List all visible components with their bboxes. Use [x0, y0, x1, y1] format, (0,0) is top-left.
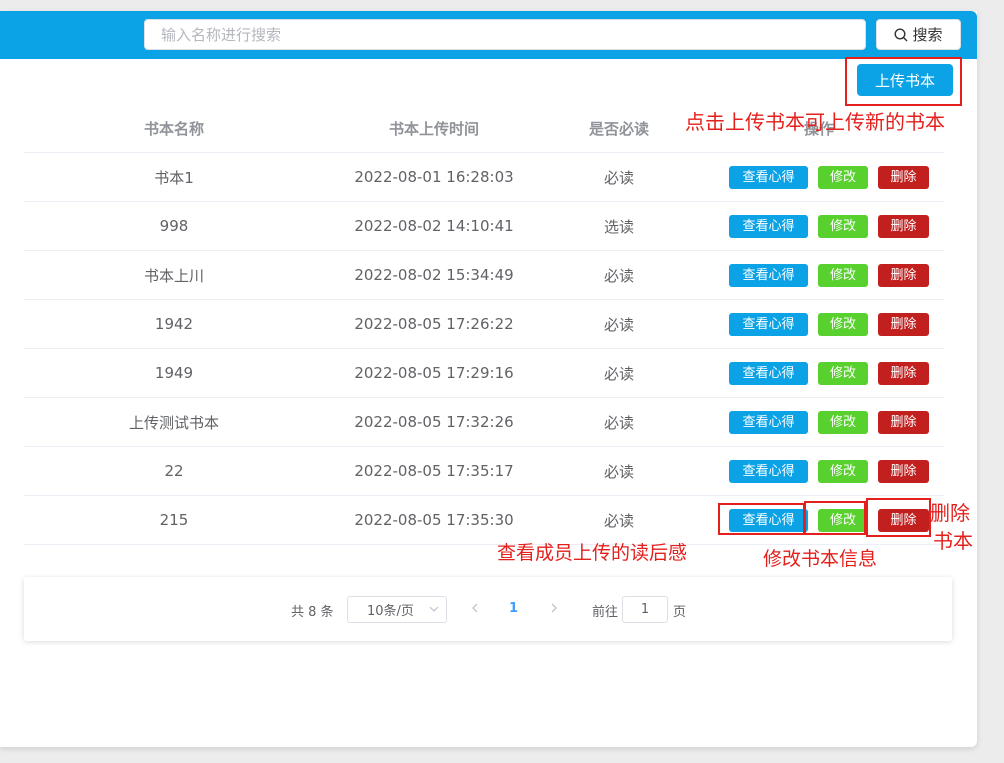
edit-button[interactable]: 修改	[818, 263, 868, 287]
upload-time-cell: 2022-08-01 16:28:03	[324, 152, 544, 202]
row-actions: 查看心得 修改 删除	[694, 459, 944, 483]
top-bar: 搜索	[0, 11, 977, 59]
book-name-cell: 998	[24, 201, 324, 251]
edit-button[interactable]: 修改	[818, 312, 868, 336]
goto-label: 前往	[592, 605, 619, 620]
actions-cell: 查看心得 修改 删除	[694, 348, 944, 398]
delete-button[interactable]: 删除	[878, 214, 929, 238]
page-number-1[interactable]: 1	[509, 601, 518, 616]
required-cell: 必读	[544, 397, 694, 447]
search-icon	[894, 27, 908, 42]
goto-unit-label: 页	[673, 605, 687, 620]
chevron-left-icon	[472, 603, 478, 613]
required-cell: 必读	[544, 250, 694, 300]
annotation-edit: 修改书本信息	[763, 548, 878, 570]
delete-button[interactable]: 删除	[878, 312, 929, 336]
books-table: 书本名称 书本上传时间 是否必读 操作 书本1 2022-08-01 16:28:…	[24, 105, 944, 545]
view-notes-button[interactable]: 查看心得	[729, 263, 808, 287]
upload-time-cell: 2022-08-02 15:34:49	[324, 250, 544, 300]
edit-button[interactable]: 修改	[818, 214, 868, 238]
actions-cell: 查看心得 修改 删除	[694, 201, 944, 251]
upload-time-cell: 2022-08-05 17:35:17	[324, 446, 544, 496]
view-notes-button[interactable]: 查看心得	[729, 165, 808, 189]
book-name-cell: 书本1	[24, 152, 324, 202]
book-name-cell: 书本上川	[24, 250, 324, 300]
annotation-upload: 点击上传书本可上传新的书本	[685, 110, 945, 134]
required-cell: 必读	[544, 446, 694, 496]
annotation-box-view	[718, 503, 805, 535]
delete-button[interactable]: 删除	[878, 165, 929, 189]
row-actions: 查看心得 修改 删除	[694, 410, 944, 434]
next-page-button[interactable]	[548, 600, 560, 619]
upload-time-cell: 2022-08-05 17:35:30	[324, 495, 544, 545]
required-cell: 必读	[544, 152, 694, 202]
edit-button[interactable]: 修改	[818, 459, 868, 483]
table-row: 998 2022-08-02 14:10:41 选读 查看心得 修改 删除	[24, 201, 944, 251]
chevron-down-icon	[428, 602, 440, 620]
row-actions: 查看心得 修改 删除	[694, 263, 944, 287]
table-row: 书本1 2022-08-01 16:28:03 必读 查看心得 修改 删除	[24, 152, 944, 202]
actions-cell: 查看心得 修改 删除	[694, 397, 944, 447]
chevron-right-icon	[551, 603, 557, 613]
view-notes-button[interactable]: 查看心得	[729, 410, 808, 434]
upload-time-cell: 2022-08-05 17:32:26	[324, 397, 544, 447]
prev-page-button[interactable]	[469, 600, 481, 619]
upload-time-cell: 2022-08-05 17:29:16	[324, 348, 544, 398]
edit-button[interactable]: 修改	[818, 165, 868, 189]
column-header-upload-time: 书本上传时间	[324, 105, 544, 153]
table-body: 书本1 2022-08-01 16:28:03 必读 查看心得 修改 删除 998 2022-…	[24, 152, 944, 545]
required-cell: 必读	[544, 348, 694, 398]
annotation-box-delete	[866, 498, 931, 537]
goto-page-input[interactable]	[622, 596, 668, 623]
search-button-label: 搜索	[912, 26, 943, 44]
book-name-cell: 22	[24, 446, 324, 496]
search-button[interactable]: 搜索	[876, 19, 961, 50]
book-name-cell: 215	[24, 495, 324, 545]
required-cell: 选读	[544, 201, 694, 251]
actions-cell: 查看心得 修改 删除	[694, 299, 944, 349]
row-actions: 查看心得 修改 删除	[694, 312, 944, 336]
annotation-box-upload	[845, 57, 962, 106]
view-notes-button[interactable]: 查看心得	[729, 459, 808, 483]
required-cell: 必读	[544, 299, 694, 349]
row-actions: 查看心得 修改 删除	[694, 361, 944, 385]
table-row: 书本上川 2022-08-02 15:34:49 必读 查看心得 修改 删除	[24, 250, 944, 300]
delete-button[interactable]: 删除	[878, 459, 929, 483]
book-name-cell: 1942	[24, 299, 324, 349]
search-input[interactable]	[144, 19, 866, 50]
page-size-value: 10条/页	[367, 604, 414, 619]
page-size-select[interactable]: 10条/页	[347, 596, 447, 623]
annotation-delete-line1: 删除	[930, 501, 970, 525]
edit-button[interactable]: 修改	[818, 361, 868, 385]
book-name-cell: 1949	[24, 348, 324, 398]
row-actions: 查看心得 修改 删除	[694, 165, 944, 189]
actions-cell: 查看心得 修改 删除	[694, 250, 944, 300]
table-row: 22 2022-08-05 17:35:17 必读 查看心得 修改 删除	[24, 446, 944, 496]
edit-button[interactable]: 修改	[818, 410, 868, 434]
delete-button[interactable]: 删除	[878, 361, 929, 385]
table-row: 1949 2022-08-05 17:29:16 必读 查看心得 修改 删除	[24, 348, 944, 398]
pagination: 共 8 条 10条/页 1 前往 页	[24, 577, 952, 641]
delete-button[interactable]: 删除	[878, 263, 929, 287]
row-actions: 查看心得 修改 删除	[694, 214, 944, 238]
table-row: 1942 2022-08-05 17:26:22 必读 查看心得 修改 删除	[24, 299, 944, 349]
annotation-delete-line2: 书本	[933, 529, 973, 553]
pagination-total: 共 8 条	[291, 605, 334, 620]
book-name-cell: 上传测试书本	[24, 397, 324, 447]
view-notes-button[interactable]: 查看心得	[729, 361, 808, 385]
actions-cell: 查看心得 修改 删除	[694, 446, 944, 496]
delete-button[interactable]: 删除	[878, 410, 929, 434]
annotation-view: 查看成员上传的读后感	[497, 542, 688, 564]
actions-cell: 查看心得 修改 删除	[694, 152, 944, 202]
upload-time-cell: 2022-08-02 14:10:41	[324, 201, 544, 251]
table-row: 上传测试书本 2022-08-05 17:32:26 必读 查看心得 修改 删除	[24, 397, 944, 447]
column-header-name: 书本名称	[24, 105, 324, 153]
annotation-box-edit	[804, 501, 866, 535]
view-notes-button[interactable]: 查看心得	[729, 214, 808, 238]
view-notes-button[interactable]: 查看心得	[729, 312, 808, 336]
required-cell: 必读	[544, 495, 694, 545]
column-header-required: 是否必读	[544, 105, 694, 153]
upload-time-cell: 2022-08-05 17:26:22	[324, 299, 544, 349]
